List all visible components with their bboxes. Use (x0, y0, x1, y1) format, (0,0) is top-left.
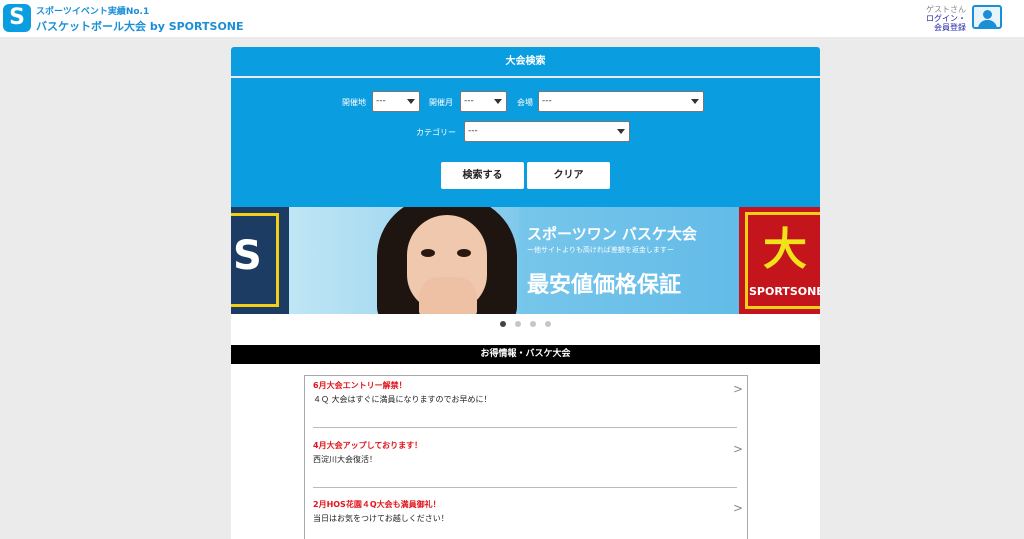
news-list: 6月大会エントリー解禁！ ４Ｑ 大会はすぐに満員になりますのでお早めに！ > 4… (304, 375, 748, 539)
photo-hands (419, 277, 477, 314)
info-section-heading: お得情報・バスケ大会 (231, 345, 820, 364)
user-menu: ゲストさん ログイン・ 会員登録 (926, 5, 966, 32)
photo-eye (457, 249, 471, 257)
promo-banner-carousel[interactable]: S スポーツワン バスケ大会 ー他サイトよりも高ければ差額を返金しますー 最安値… (231, 207, 820, 314)
banner-subtitle: ー他サイトよりも高ければ差額を返金しますー (527, 246, 674, 254)
search-panel-title: 大会検索 (231, 47, 820, 76)
venue-select[interactable]: --- (538, 91, 704, 112)
chevron-down-icon (407, 99, 415, 104)
news-title: 2月HOS花園４Q大会も満員御礼！ (313, 500, 441, 509)
site-tagline: スポーツイベント実績No.1 (36, 7, 150, 17)
prev-slide-preview: S (231, 207, 289, 314)
user-avatar-icon[interactable] (972, 5, 1002, 29)
chevron-down-icon (617, 129, 625, 134)
news-body: 西淀川大会復活！ (313, 455, 377, 464)
slide-glyph: S (233, 233, 262, 279)
site-logo-icon[interactable]: S (3, 4, 31, 32)
carousel-indicators (231, 314, 820, 345)
news-title: 6月大会エントリー解禁！ (313, 381, 407, 390)
guest-label: ゲストさん (926, 5, 966, 14)
photo-eye (421, 249, 435, 257)
news-body: ４Ｑ 大会はすぐに満員になりますのでお早めに！ (313, 395, 492, 404)
month-select-value: --- (464, 96, 474, 106)
carousel-dot[interactable] (515, 321, 521, 327)
region-select-value: --- (376, 96, 386, 106)
clear-button[interactable]: クリア (527, 162, 610, 189)
slide-big-char: 大 (763, 224, 807, 275)
region-select[interactable]: --- (372, 91, 420, 112)
category-select-value: --- (468, 126, 478, 136)
site-header: S スポーツイベント実績No.1 バスケットボール大会 by SPORTSONE… (0, 0, 1024, 37)
category-label: カテゴリー (416, 128, 456, 137)
avatar-body (978, 20, 997, 27)
chevron-right-icon: > (732, 382, 743, 396)
divider (313, 427, 737, 428)
news-item[interactable]: 4月大会アップしております！ 西淀川大会復活！ > (313, 436, 743, 492)
chevron-right-icon: > (732, 501, 743, 515)
venue-label: 会場 (517, 98, 533, 107)
region-label: 開催地 (342, 98, 366, 107)
category-select[interactable]: --- (464, 121, 630, 142)
month-label: 開催月 (429, 98, 453, 107)
next-slide-preview: 大 SPORTSONE (739, 207, 820, 314)
month-select[interactable]: --- (460, 91, 507, 112)
avatar-head (983, 10, 992, 19)
search-panel: 開催地 --- 開催月 --- 会場 --- カテゴリー --- 検索する クリ… (231, 78, 820, 207)
chevron-right-icon: > (732, 442, 743, 456)
banner-title: スポーツワン バスケ大会 (527, 225, 697, 243)
news-body: 当日はお気をつけてお越しください！ (313, 514, 449, 523)
news-item[interactable]: 2月HOS花園４Q大会も満員御礼！ 当日はお気をつけてお越しください！ > (313, 495, 743, 539)
news-title: 4月大会アップしております！ (313, 441, 423, 450)
carousel-dot[interactable] (545, 321, 551, 327)
divider (313, 487, 737, 488)
login-link[interactable]: ログイン・ (926, 14, 966, 23)
banner-photo (289, 207, 519, 314)
chevron-down-icon (494, 99, 502, 104)
news-item[interactable]: 6月大会エントリー解禁！ ４Ｑ 大会はすぐに満員になりますのでお早めに！ > (313, 376, 743, 432)
search-button[interactable]: 検索する (441, 162, 524, 189)
venue-select-value: --- (542, 96, 552, 106)
register-link[interactable]: 会員登録 (926, 23, 966, 32)
site-title-link[interactable]: バスケットボール大会 by SPORTSONE (36, 18, 244, 34)
carousel-dot[interactable] (530, 321, 536, 327)
chevron-down-icon (691, 99, 699, 104)
slide-brand: SPORTSONE (749, 285, 820, 298)
banner-guarantee: 最安値価格保証 (527, 273, 682, 298)
carousel-dot[interactable] (500, 321, 506, 327)
